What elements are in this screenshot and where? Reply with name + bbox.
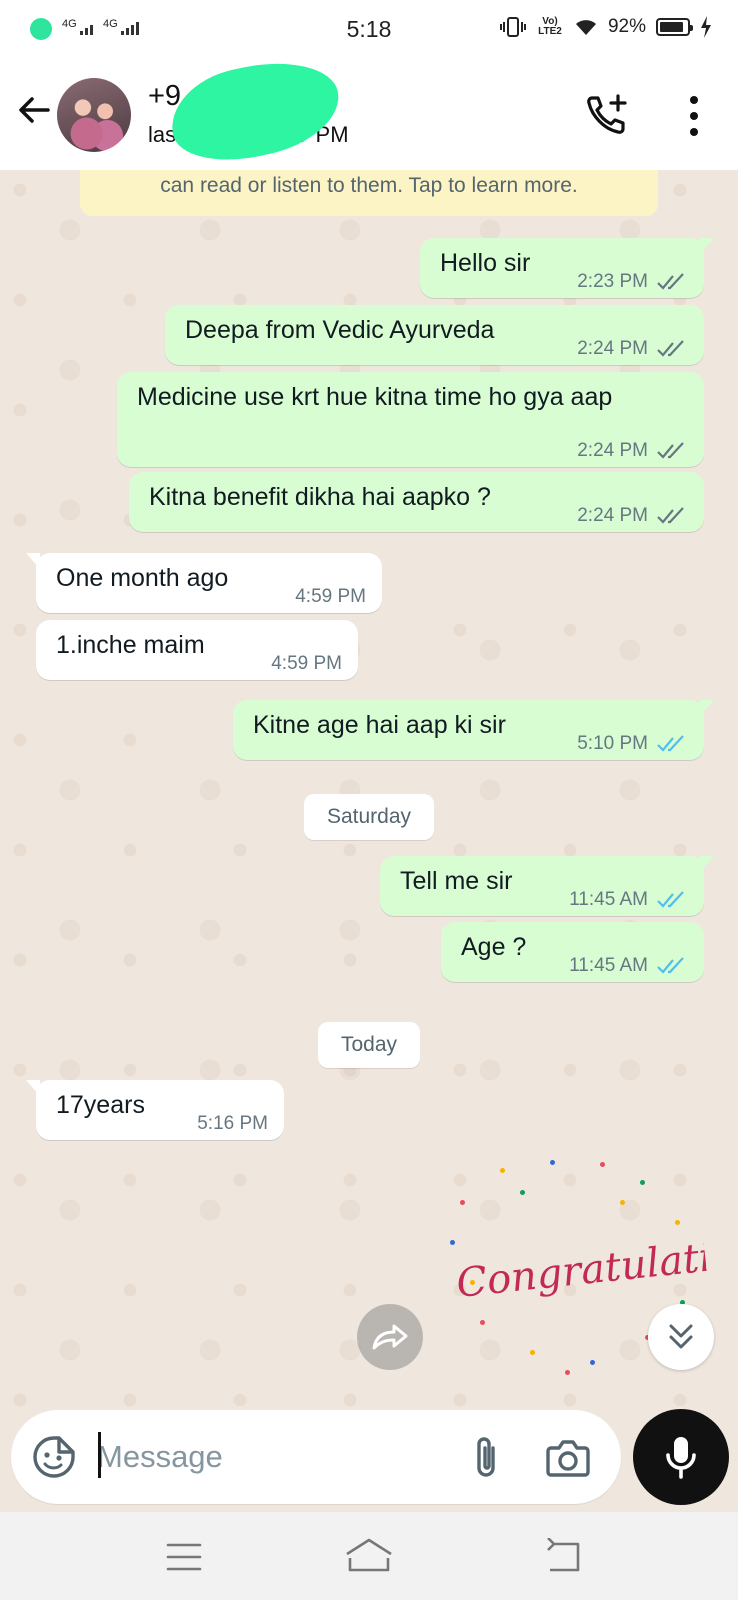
message-text: 17years: [56, 1091, 145, 1119]
battery-icon: [656, 18, 693, 36]
message-text: Hello sir: [440, 249, 531, 277]
message-text: Age ?: [461, 933, 527, 961]
read-tick-icon: [657, 507, 684, 524]
message-incoming[interactable]: One month ago 4:59 PM: [26, 553, 382, 613]
message-text: Deepa from Vedic Ayurveda: [185, 316, 495, 344]
voice-message-button[interactable]: [633, 1409, 729, 1505]
date-separator-today: Today: [318, 1022, 420, 1068]
back-arrow-icon[interactable]: [14, 90, 54, 130]
message-outgoing[interactable]: Tell me sir 11:45 AM: [380, 856, 714, 916]
message-composer: [11, 1410, 621, 1504]
message-time: 2:24 PM: [577, 338, 648, 359]
message-time: 11:45 AM: [569, 889, 648, 910]
message-outgoing[interactable]: Medicine use krt hue kitna time ho gya a…: [117, 372, 704, 467]
microphone-icon: [666, 1437, 696, 1479]
message-time: 4:59 PM: [295, 586, 366, 607]
forward-icon: [372, 1324, 408, 1350]
home-icon[interactable]: [344, 1536, 394, 1576]
message-text: Tell me sir: [400, 867, 513, 895]
message-input[interactable]: [97, 1428, 457, 1486]
chat-header: +9 41 las today at 5:17 PM: [0, 49, 738, 173]
read-tick-icon: [657, 340, 684, 357]
message-time: 2:24 PM: [577, 440, 648, 461]
volte-label: Vo) LTE2: [538, 16, 562, 37]
message-outgoing[interactable]: Kitne age hai aap ki sir 5:10 PM: [233, 700, 714, 760]
message-text: Kitne age hai aap ki sir: [253, 711, 506, 739]
paperclip-icon[interactable]: [465, 1434, 509, 1482]
more-options-icon[interactable]: [682, 94, 706, 138]
message-text: One month ago: [56, 564, 229, 592]
message-incoming[interactable]: 1.inche maim 4:59 PM: [36, 620, 358, 680]
message-time: 2:23 PM: [577, 271, 648, 292]
charging-icon: [701, 16, 711, 38]
camera-icon[interactable]: [545, 1436, 591, 1478]
recent-apps-icon[interactable]: [166, 1542, 202, 1572]
read-tick-icon: [657, 273, 684, 290]
message-time: 5:10 PM: [577, 733, 648, 754]
redaction-mark: [162, 49, 348, 173]
sticker-text: Congratulations: [454, 1235, 708, 1307]
text-cursor: [98, 1432, 101, 1478]
message-outgoing[interactable]: Hello sir 2:23 PM: [420, 238, 714, 298]
message-outgoing[interactable]: Kitna benefit dikha hai aapko ? 2:24 PM: [129, 472, 704, 532]
scroll-to-bottom-button[interactable]: [648, 1304, 714, 1370]
status-bar: 4G 4G 5:18 Vo) LTE2 92%: [0, 0, 738, 58]
vibrate-icon: [499, 17, 526, 37]
emoji-sticker-icon[interactable]: [31, 1434, 77, 1480]
contact-avatar[interactable]: [57, 78, 131, 152]
status-right: Vo) LTE2 92%: [499, 16, 712, 38]
message-text: 1.inche maim: [56, 631, 205, 659]
encryption-notice[interactable]: can read or listen to them. Tap to learn…: [80, 170, 658, 216]
battery-percent: 92%: [607, 16, 646, 37]
system-navigation-bar: [0, 1512, 738, 1600]
read-tick-icon: [657, 891, 684, 908]
date-separator-saturday: Saturday: [304, 794, 434, 840]
message-text: Medicine use krt hue kitna time ho gya a…: [137, 383, 613, 411]
wifi-icon: [575, 20, 596, 35]
read-tick-icon: [657, 442, 684, 459]
message-outgoing[interactable]: Age ? 11:45 AM: [441, 922, 704, 982]
chat-area[interactable]: can read or listen to them. Tap to learn…: [0, 170, 738, 1410]
add-call-icon[interactable]: [584, 92, 630, 138]
message-incoming[interactable]: 17years 5:16 PM: [26, 1080, 284, 1140]
double-chevron-down-icon: [669, 1324, 693, 1349]
message-time: 4:59 PM: [271, 653, 342, 674]
message-text: Kitna benefit dikha hai aapko ?: [149, 483, 491, 511]
message-time: 11:45 AM: [569, 955, 648, 976]
nav-back-icon[interactable]: [544, 1538, 582, 1574]
read-tick-icon: [657, 735, 684, 752]
message-time: 2:24 PM: [577, 505, 648, 526]
message-outgoing[interactable]: Deepa from Vedic Ayurveda 2:24 PM: [165, 305, 704, 365]
read-tick-icon: [657, 957, 684, 974]
message-time: 5:16 PM: [197, 1113, 268, 1134]
forward-button[interactable]: [357, 1304, 423, 1370]
